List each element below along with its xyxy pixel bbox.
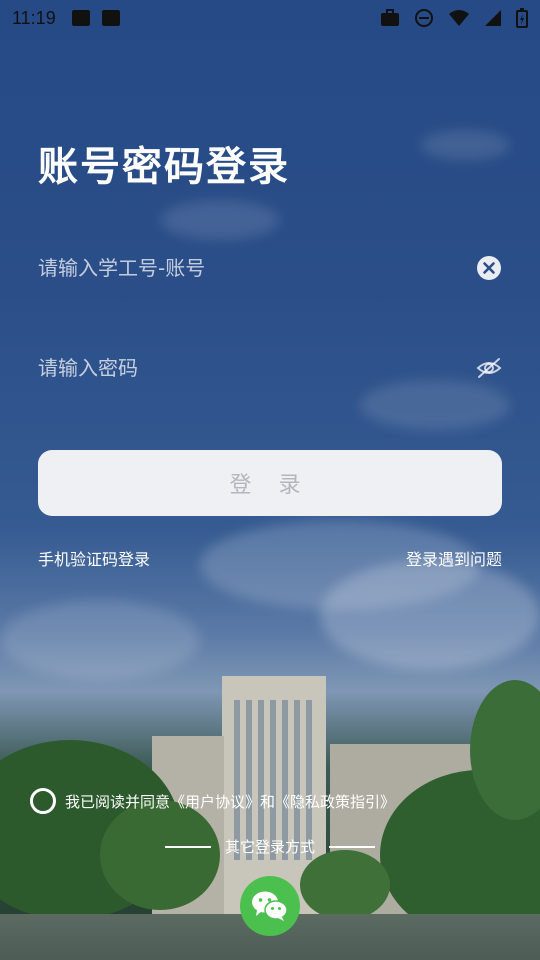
divider-line-right [329, 845, 375, 848]
clear-button[interactable] [476, 255, 502, 281]
other-login-label: 其它登录方式 [224, 838, 315, 856]
privacy-policy-link[interactable]: 《隐私政策指引》 [275, 791, 395, 812]
password-input[interactable] [38, 356, 476, 380]
dnd-icon [415, 9, 433, 27]
briefcase-icon [381, 9, 399, 26]
status-time: 11:19 [12, 7, 56, 28]
signal-icon [485, 10, 501, 26]
agreement-prefix: 我已阅读并同意 [65, 792, 171, 811]
agreement-row: 我已阅读并同意 《用户协议》 和 《隐私政策指引》 [30, 788, 395, 814]
wifi-icon [449, 10, 469, 26]
page-title: 账号密码登录 [38, 144, 290, 190]
login-button[interactable]: 登 录 [38, 450, 502, 516]
battery-icon [516, 8, 528, 28]
sms-login-link[interactable]: 手机验证码登录 [38, 546, 150, 570]
eye-off-icon [476, 358, 502, 378]
wechat-login-button[interactable] [240, 876, 300, 936]
clear-icon [477, 256, 501, 280]
wechat-icon [252, 891, 288, 921]
account-input[interactable] [38, 256, 476, 280]
status-bar: 11:19 [0, 0, 540, 36]
account-field [38, 238, 502, 298]
password-field [38, 338, 502, 398]
app-notification-icon [101, 10, 120, 26]
agreement-checkbox[interactable] [30, 788, 56, 814]
divider-line-left [164, 845, 211, 848]
image-notification-icon [71, 10, 90, 26]
login-problem-link[interactable]: 登录遇到问题 [406, 546, 502, 570]
agreement-and: 和 [260, 792, 276, 811]
other-login-divider: 其它登录方式 [0, 836, 540, 857]
toggle-visibility-button[interactable] [476, 355, 502, 381]
user-agreement-link[interactable]: 《用户协议》 [170, 791, 260, 812]
